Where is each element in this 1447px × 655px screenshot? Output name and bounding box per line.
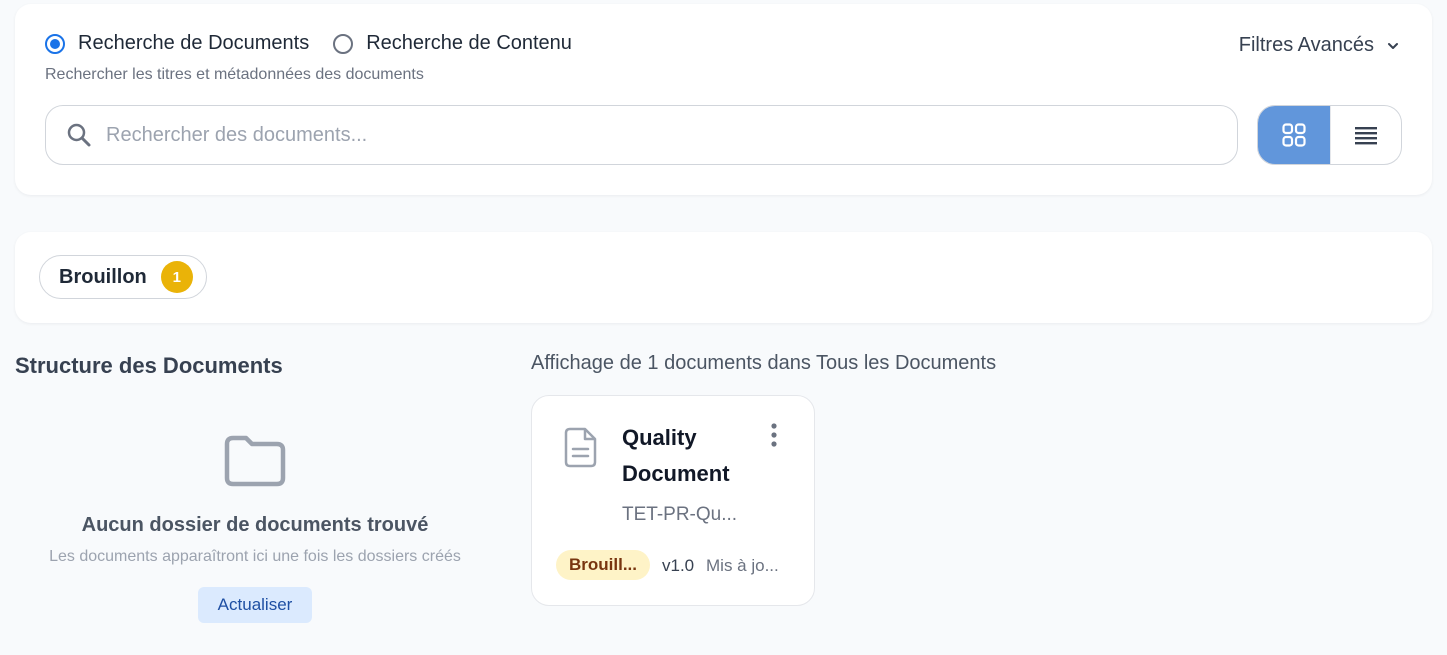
search-hint: Rechercher les titres et métadonnées des… [45, 66, 424, 83]
document-card[interactable]: Quality Document TET-PR-Qu... Brouill...… [531, 395, 815, 606]
advanced-filters-toggle[interactable]: Filtres Avancés [1239, 34, 1400, 57]
search-panel: Recherche de Documents Recherche de Cont… [15, 4, 1432, 195]
status-filter-draft[interactable]: Brouillon 1 [39, 255, 207, 299]
search-icon [66, 122, 92, 148]
search-mode-documents-label: Recherche de Documents [78, 32, 310, 54]
status-filter-panel: Brouillon 1 [15, 232, 1432, 323]
radio-unselected-icon[interactable] [333, 33, 354, 54]
results-summary: Affichage de 1 documents dans Tous les D… [531, 352, 997, 374]
search-mode-content-label: Recherche de Contenu [366, 32, 572, 54]
status-filter-count-badge: 1 [160, 261, 193, 293]
search-box [45, 105, 1238, 165]
radio-selected-icon[interactable] [45, 33, 65, 54]
document-code: TET-PR-Qu... [622, 504, 738, 525]
search-mode-documents[interactable]: Recherche de Documents [45, 32, 309, 55]
document-version: v1.0 [662, 556, 695, 575]
status-filter-label: Brouillon [59, 265, 147, 288]
document-updated: Mis à jo... [706, 556, 779, 575]
document-status-badge: Brouill... [556, 550, 650, 580]
view-mode-toggle [1257, 105, 1402, 165]
grid-icon [1282, 123, 1306, 147]
file-text-icon [564, 427, 597, 468]
chevron-down-icon [1388, 42, 1398, 49]
search-mode-group: Recherche de Documents Recherche de Cont… [45, 32, 596, 55]
grid-view-button[interactable] [1258, 106, 1330, 164]
search-mode-content[interactable]: Recherche de Contenu [333, 32, 572, 55]
folder-icon [224, 435, 286, 487]
empty-folders-title: Aucun dossier de documents trouvé [81, 514, 429, 536]
list-icon [1354, 127, 1377, 145]
more-vertical-icon[interactable] [764, 422, 784, 448]
advanced-filters-label: Filtres Avancés [1238, 34, 1374, 56]
refresh-button[interactable]: Actualiser [198, 587, 312, 623]
structure-title: Structure des Documents [15, 353, 283, 378]
list-view-button[interactable] [1329, 106, 1402, 164]
empty-folders-description: Les documents apparaîtront ici une fois … [49, 548, 461, 565]
search-input[interactable] [106, 123, 1186, 147]
document-title: Quality Document [622, 425, 730, 486]
